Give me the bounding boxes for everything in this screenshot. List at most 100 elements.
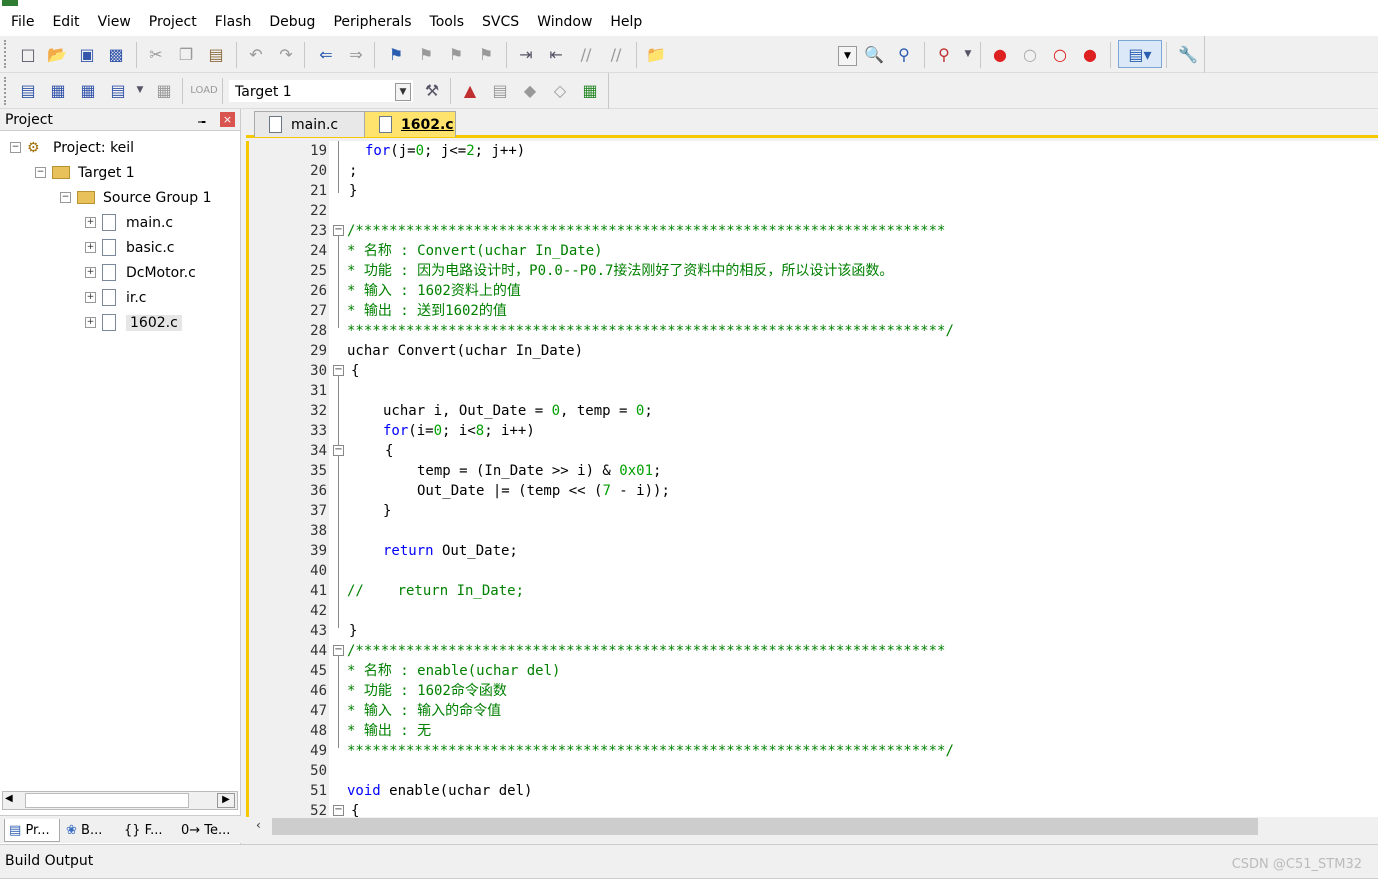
build-output-content[interactable] [0, 878, 1378, 882]
breakpoint-disable-icon[interactable]: ○ [1018, 42, 1042, 66]
batch-build-dropdown-icon[interactable]: ▼ [128, 78, 152, 102]
tree-node-file[interactable]: + main.c [85, 210, 173, 235]
window-layout-icon[interactable]: ▤▾ [1118, 40, 1162, 68]
menu-peripherals[interactable]: Peripherals [324, 8, 420, 36]
incremental-find-icon[interactable]: 🔍 [862, 42, 886, 66]
menu-view[interactable]: View [89, 8, 140, 36]
tab-books[interactable]: ❀ B... [62, 819, 117, 842]
menu-file[interactable]: File [2, 8, 43, 36]
editor-tab-1602-c[interactable]: 1602.c [364, 111, 456, 137]
debug-dropdown-icon[interactable]: ▼ [956, 42, 980, 66]
toolbar-grip[interactable] [4, 77, 7, 105]
collapse-icon[interactable]: − [35, 167, 46, 178]
tree-node-file[interactable]: + DcMotor.c [85, 260, 196, 285]
menu-edit[interactable]: Edit [43, 8, 88, 36]
breakpoint-insert-icon[interactable]: ● [988, 42, 1012, 66]
fold-collapse-icon[interactable]: − [333, 805, 344, 816]
build-icon[interactable]: ▦ [46, 78, 70, 102]
menu-flash[interactable]: Flash [206, 8, 261, 36]
manage-multi-project-icon[interactable]: ▤ [488, 78, 512, 102]
tab-functions[interactable]: {} F... [120, 819, 175, 842]
configure-icon[interactable]: 🔧 [1176, 42, 1200, 66]
undo-icon[interactable]: ↶ [244, 42, 268, 66]
comment-icon[interactable]: // [574, 42, 598, 66]
navigate-back-icon[interactable]: ⇐ [314, 42, 338, 66]
bookmark-next-icon[interactable]: ⚑ [444, 42, 468, 66]
expand-icon[interactable]: + [85, 317, 96, 328]
indent-icon[interactable]: ⇥ [514, 42, 538, 66]
batch-build-icon[interactable]: ▤ [106, 78, 130, 102]
new-file-icon[interactable]: □ [16, 42, 40, 66]
download-icon[interactable]: LOAD [190, 78, 217, 102]
code-line: } [349, 623, 358, 639]
copy-icon[interactable]: ❐ [174, 42, 198, 66]
debug-session-icon[interactable]: ⚲ [932, 42, 956, 66]
stop-build-icon[interactable]: ▦ [152, 78, 176, 102]
fold-collapse-icon[interactable]: − [333, 225, 344, 236]
tree-node-label: main.c [126, 214, 174, 231]
expand-icon[interactable]: + [85, 242, 96, 253]
chevron-down-icon[interactable]: ▼ [395, 83, 411, 101]
navigate-forward-icon[interactable]: ⇒ [344, 42, 368, 66]
bookmark-insert-icon[interactable]: ⚑ [384, 42, 408, 66]
menu-debug[interactable]: Debug [260, 8, 324, 36]
breakpoint-kill-all-icon[interactable]: ● [1078, 42, 1102, 66]
save-icon[interactable]: ▣ [75, 42, 99, 66]
paste-icon[interactable]: ▤ [204, 42, 228, 66]
editor-tab-main-c[interactable]: main.c [254, 111, 366, 137]
tree-node-target[interactable]: − Target 1 [35, 160, 135, 185]
menu-svcs[interactable]: SVCS [473, 8, 528, 36]
editor-hscrollbar[interactable]: ‹ [246, 817, 1378, 836]
pin-icon[interactable]: ╼ [198, 111, 205, 133]
pack-installer-icon[interactable]: ▦ [578, 78, 602, 102]
manage-project-items-icon[interactable]: ▲ [458, 78, 482, 102]
expand-icon[interactable]: + [85, 267, 96, 278]
bookmark-prev-icon[interactable]: ⚑ [414, 42, 438, 66]
fold-collapse-icon[interactable]: − [333, 645, 344, 656]
close-icon[interactable]: × [220, 112, 235, 127]
translate-icon[interactable]: ▤ [16, 78, 40, 102]
expand-icon[interactable]: + [85, 217, 96, 228]
toolbar-grip[interactable] [4, 40, 7, 68]
fold-collapse-icon[interactable]: − [333, 365, 344, 376]
project-hscrollbar[interactable]: ◀ ▶ [2, 791, 238, 810]
uncomment-icon[interactable]: // [604, 42, 628, 66]
find-combo-dropdown[interactable]: ▼ [838, 46, 857, 66]
tab-project[interactable]: ▤ Pr... [4, 819, 60, 842]
find-icon[interactable]: ⚲ [892, 42, 916, 66]
target-options-icon[interactable]: ⚒ [420, 78, 444, 102]
scroll-left-icon[interactable]: ◀ [5, 793, 13, 804]
collapse-icon[interactable]: − [60, 192, 71, 203]
scroll-thumb[interactable] [25, 793, 189, 808]
manage-rte-icon[interactable]: ◆ [518, 78, 542, 102]
rebuild-icon[interactable]: ▦ [76, 78, 100, 102]
target-select[interactable]: Target 1 ▼ [228, 79, 414, 103]
open-file-icon[interactable]: 📂 [45, 42, 69, 66]
tree-node-source-group[interactable]: − Source Group 1 [60, 185, 212, 210]
line-number: 37 [310, 503, 327, 519]
tree-node-file[interactable]: + ir.c [85, 285, 147, 310]
cut-icon[interactable]: ✂ [144, 42, 168, 66]
menu-tools[interactable]: Tools [421, 8, 474, 36]
menu-help[interactable]: Help [601, 8, 651, 36]
scroll-right-icon[interactable]: ▶ [217, 793, 235, 808]
menu-project[interactable]: Project [140, 8, 206, 36]
redo-icon[interactable]: ↷ [274, 42, 298, 66]
menu-window[interactable]: Window [528, 8, 601, 36]
expand-icon[interactable]: + [85, 292, 96, 303]
tab-templates[interactable]: 0→ Te... [177, 819, 237, 842]
tree-node-file-selected[interactable]: + 1602.c [85, 310, 182, 335]
code-editor[interactable]: − − − − − 19 20 21 22 23 24 25 26 27 28 … [246, 141, 1378, 817]
scroll-left-icon[interactable]: ‹ [256, 818, 261, 832]
bookmark-clear-icon[interactable]: ⚑ [474, 42, 498, 66]
fold-collapse-icon[interactable]: − [333, 445, 344, 456]
breakpoint-disable-all-icon[interactable]: ○ [1048, 42, 1072, 66]
tree-node-file[interactable]: + basic.c [85, 235, 175, 260]
save-all-icon[interactable]: ▩ [104, 42, 128, 66]
unindent-icon[interactable]: ⇤ [544, 42, 568, 66]
find-in-files-icon[interactable]: 📁 [644, 42, 668, 66]
scroll-thumb[interactable] [272, 818, 1258, 835]
tree-node-project[interactable]: − ⚙ Project: keil [10, 135, 134, 160]
select-packs-icon[interactable]: ◇ [548, 78, 572, 102]
collapse-icon[interactable]: − [10, 142, 21, 153]
